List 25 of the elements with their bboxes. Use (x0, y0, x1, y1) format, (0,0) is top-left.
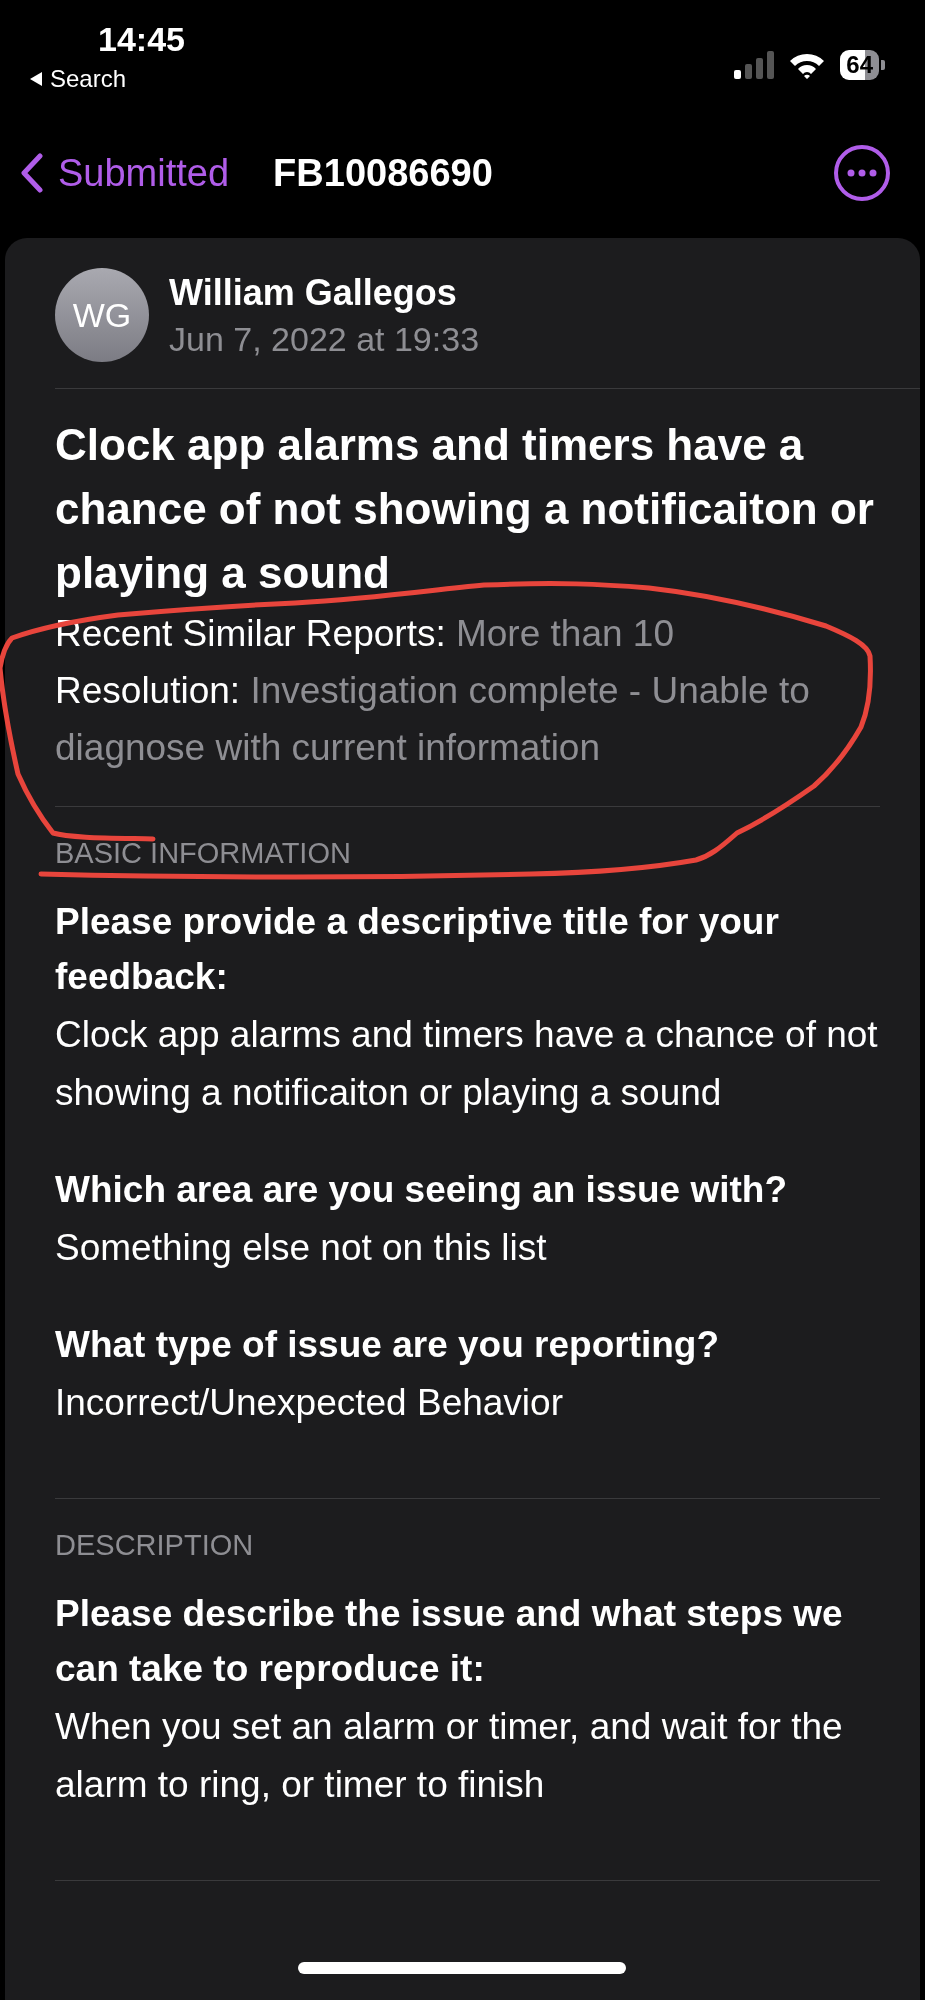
back-to-search-link[interactable]: Search (28, 65, 127, 93)
question-text: Please describe the issue and what steps we can take to reproduce it: (55, 1592, 844, 1691)
clock-time: 14:45 (98, 20, 185, 59)
author-name: William Gallegos (169, 271, 458, 314)
question-text: Which area are you seeing an issue with? (55, 1168, 788, 1212)
report-title: Clock app alarms and timers have a chance of not showing a notificaiton or playing a sound (55, 419, 875, 599)
more-icon[interactable] (833, 144, 891, 202)
avatar: WG (55, 268, 149, 362)
back-button[interactable]: Submitted (20, 151, 230, 195)
detail-text: Recent Similar Reports: More than 10 (55, 612, 675, 656)
question-text: Please provide a descriptive title for your feedback: (55, 900, 780, 999)
detail-text: Resolution: Investigation complete - Unable to diagnose with current information (55, 669, 811, 770)
nav-title: FB10086690 (273, 151, 494, 195)
answer-text: Incorrect/Unexpected Behavior (55, 1381, 564, 1425)
signal-icon (734, 51, 775, 79)
wifi-icon (788, 51, 827, 79)
answer-text: Something else not on this list (55, 1226, 548, 1270)
section-heading: DESCRIPTION (55, 1529, 255, 1562)
answer-text: When you set an alarm or timer, and wait for the alarm to ring, or timer to finish (55, 1705, 844, 1807)
section-heading: BASIC INFORMATION (55, 837, 352, 870)
back-triangle-icon (28, 71, 44, 87)
chevron-left-icon (20, 153, 44, 193)
report-date: Jun 7, 2022 at 19:33 (169, 319, 480, 359)
question-text: What type of issue are you reporting? (55, 1323, 721, 1367)
answer-text: Clock app alarms and timers have a chance of not showing a notificaiton or playing a sound (55, 1013, 879, 1115)
